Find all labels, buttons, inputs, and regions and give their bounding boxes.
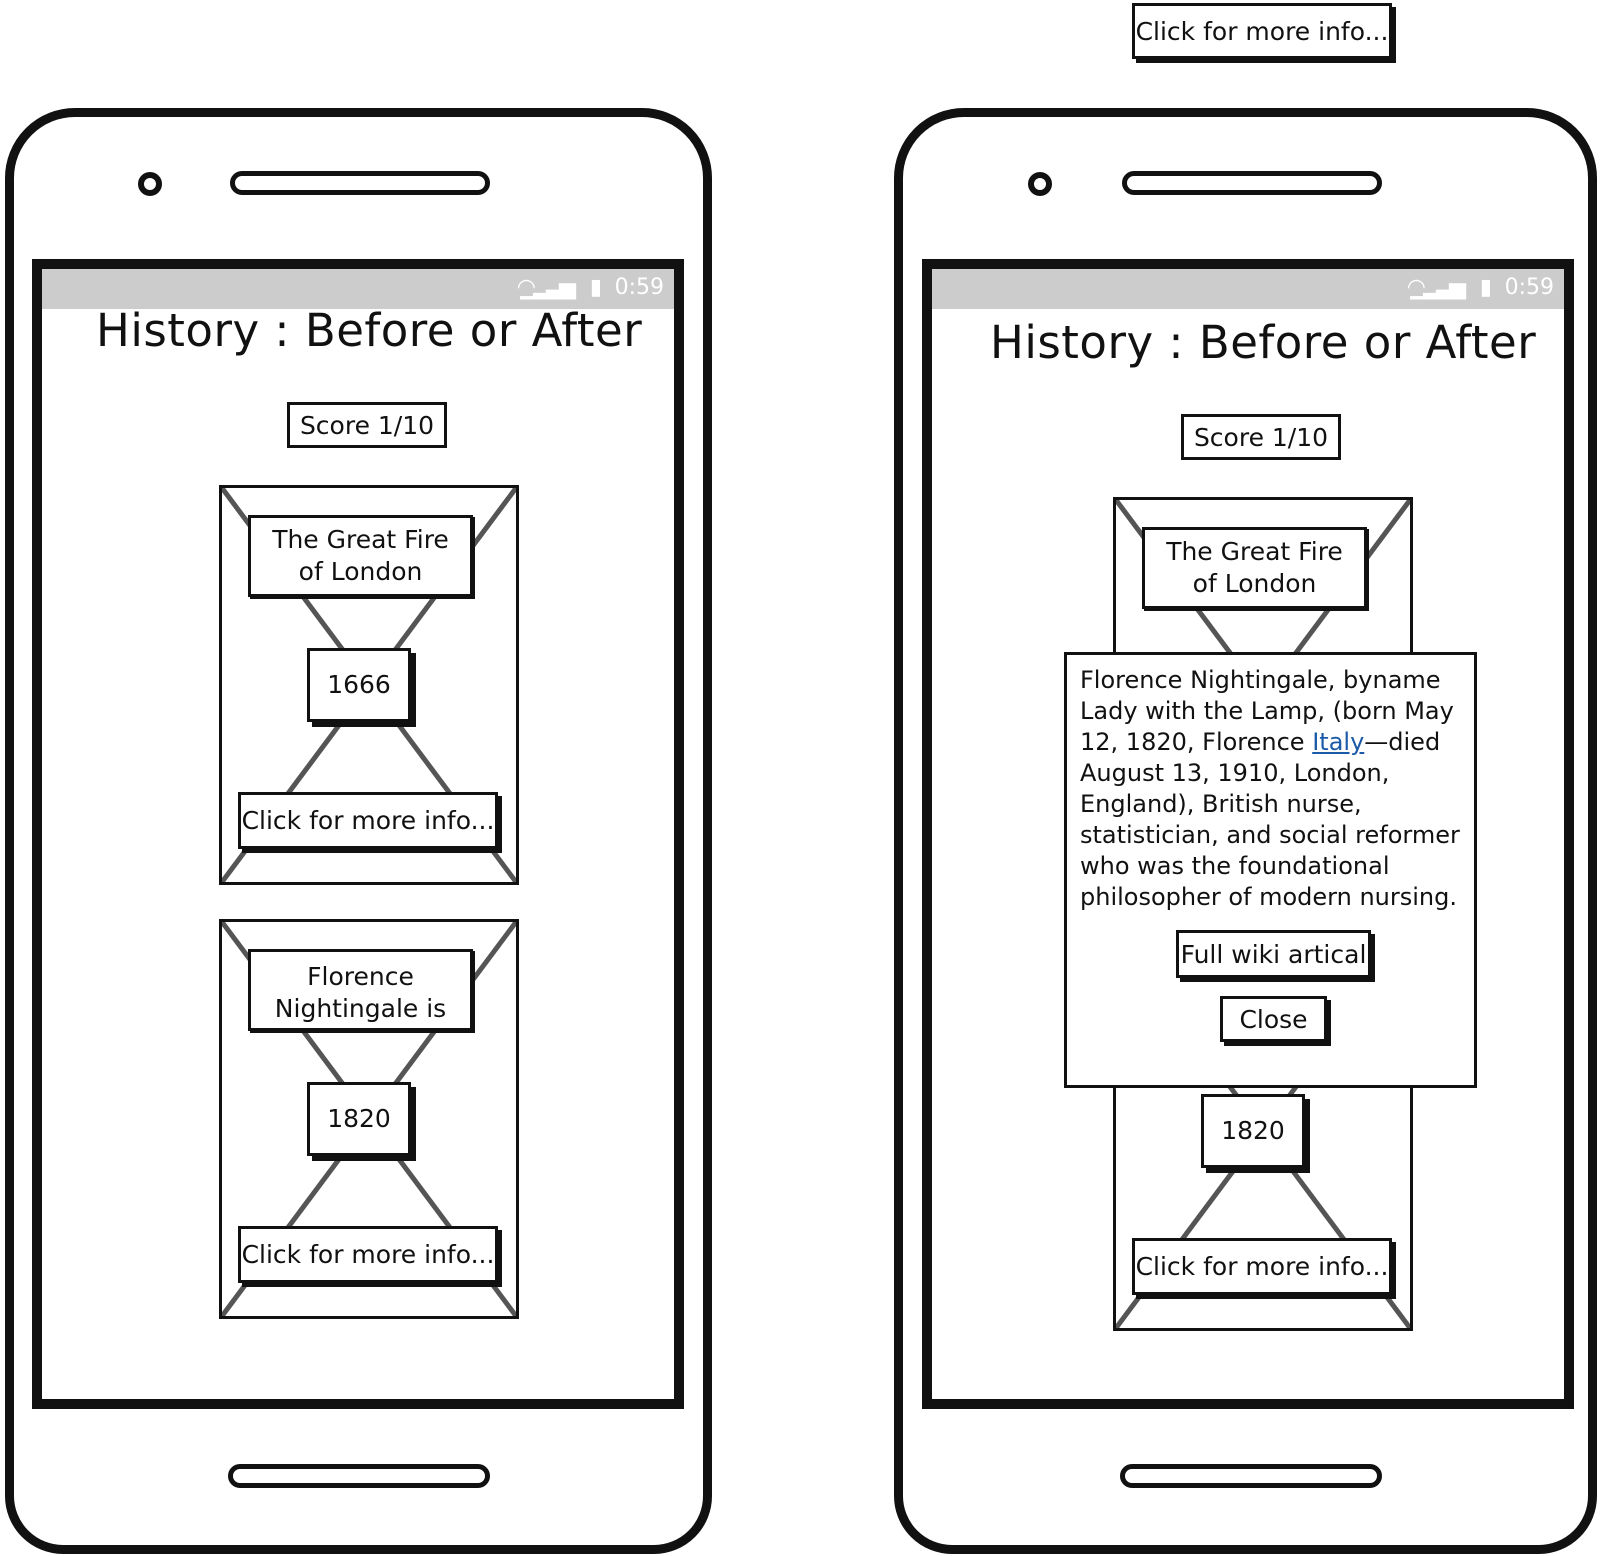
event-name: The Great Fire of London: [1142, 527, 1367, 609]
full-wiki-button[interactable]: Full wiki artical: [1176, 930, 1371, 978]
popup-description: Florence Nightingale, byname Lady with t…: [1080, 665, 1462, 913]
left-speaker-icon: [230, 171, 490, 195]
event-year: 1666: [307, 648, 411, 722]
battery-icon: ▮: [589, 275, 602, 300]
status-time: 0:59: [1504, 275, 1554, 300]
battery-icon: ▮: [1479, 275, 1492, 300]
more-info-button[interactable]: Click for more info...: [1132, 1238, 1392, 1295]
more-info-button[interactable]: Click for more info...: [238, 792, 498, 849]
left-status-bar: ◠ ▁▂▃▅ ▮ 0:59: [42, 269, 674, 309]
right-status-bar: ◠ ▁▂▃▅ ▮ 0:59: [932, 269, 1564, 309]
italy-link[interactable]: Italy: [1312, 728, 1364, 756]
page-title: History : Before or After: [990, 316, 1537, 369]
event-year: 1820: [307, 1082, 411, 1156]
left-home-bar-icon[interactable]: [228, 1464, 490, 1488]
event-year: 1820: [1201, 1094, 1305, 1168]
right-home-bar-icon[interactable]: [1120, 1464, 1382, 1488]
page-title: History : Before or After: [96, 304, 643, 357]
signal-icon: ▁▂▃▅: [1410, 275, 1466, 300]
more-info-button[interactable]: Click for more info...: [238, 1226, 498, 1283]
right-camera-icon: [1028, 172, 1052, 196]
close-button[interactable]: Close: [1220, 996, 1327, 1042]
signal-icon: ▁▂▃▅: [520, 275, 576, 300]
status-time: 0:59: [614, 275, 664, 300]
score-badge: Score 1/10: [287, 402, 447, 448]
left-camera-icon: [138, 172, 162, 196]
right-speaker-icon: [1122, 171, 1382, 195]
score-badge: Score 1/10: [1181, 414, 1341, 460]
event-name: The Great Fire of London: [248, 515, 473, 597]
event-name: Florence Nightingale is Born: [248, 949, 473, 1031]
floating-more-info-button[interactable]: Click for more info...: [1132, 3, 1392, 59]
